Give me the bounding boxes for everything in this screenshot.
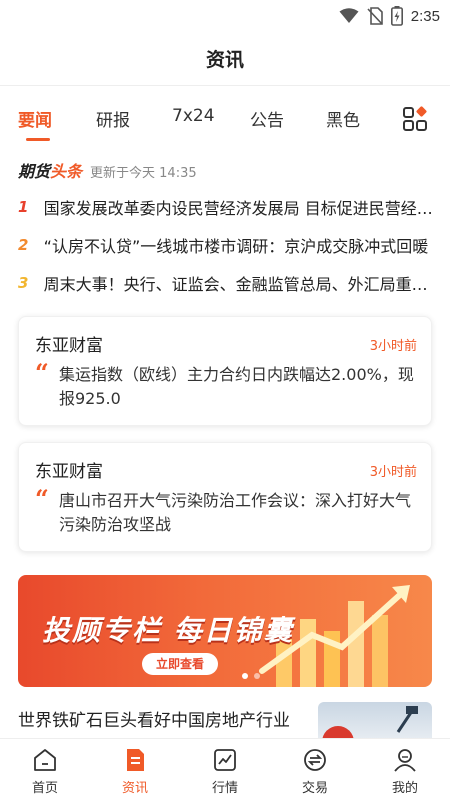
nav-label: 交易 xyxy=(301,781,328,796)
category-tabs: 要闻 研报 7x24 公告 黑色 xyxy=(0,100,450,142)
nav-label: 我的 xyxy=(391,781,418,796)
card-source: 东亚财富 xyxy=(35,336,103,356)
updated-time: 更新于今天 14:35 xyxy=(90,166,197,181)
tab-ferrous[interactable]: 黑色 xyxy=(326,106,360,131)
tab-research[interactable]: 研报 xyxy=(96,106,130,131)
headline-item-1[interactable]: 1 国家发展改革委内设民营经济发展局 目标促进民营经济发展壮大 xyxy=(18,193,434,221)
headline-item-3[interactable]: 3 周末大事！央行、证监会、金融监管总局、外汇局重磅发声 xyxy=(18,269,434,297)
card-text: 集运指数（欧线）主力合约日内跌幅达2.00%，现报925.0 xyxy=(59,365,414,408)
headline-rank: 3 xyxy=(18,274,29,292)
tab-announcements[interactable]: 公告 xyxy=(250,106,284,131)
pager-dot xyxy=(254,673,260,679)
futures-headline-header: 期货 头条 更新于今天 14:35 xyxy=(18,158,197,182)
nav-label: 首页 xyxy=(31,781,58,796)
category-grid-icon[interactable] xyxy=(402,106,428,132)
news-icon xyxy=(127,749,144,771)
news-card[interactable]: 东亚财富 3小时前 “ 集运指数（欧线）主力合约日内跌幅达2.00%，现报925… xyxy=(18,316,432,426)
status-bar: 2:35 xyxy=(0,0,450,32)
headline-brand-part2: 头条 xyxy=(50,162,83,181)
card-source: 东亚财富 xyxy=(35,462,103,482)
market-chart-icon xyxy=(214,749,236,771)
banner-title: 投顾专栏 每日锦囊 xyxy=(42,614,294,647)
tab-7x24[interactable]: 7x24 xyxy=(172,106,215,126)
page-header: 资讯 xyxy=(0,32,450,86)
quote-icon: “ xyxy=(35,358,49,387)
headline-text: “认房不认贷”一线城市楼市调研：京沪成交脉冲式回暖 xyxy=(43,237,429,256)
nav-home[interactable]: 首页 xyxy=(0,739,90,800)
headline-rank: 2 xyxy=(18,236,29,254)
headline-text: 周末大事！央行、证监会、金融监管总局、外汇局重磅发声 xyxy=(43,275,434,294)
nav-trade[interactable]: 交易 xyxy=(270,739,360,800)
wifi-icon xyxy=(339,8,359,23)
nav-market[interactable]: 行情 xyxy=(180,739,270,800)
promo-banner[interactable]: 投顾专栏 每日锦囊 立即查看 xyxy=(18,575,432,687)
nav-profile[interactable]: 我的 xyxy=(360,739,450,800)
battery-charging-icon xyxy=(390,6,403,26)
headline-text: 国家发展改革委内设民营经济发展局 目标促进民营经济发展壮大 xyxy=(43,199,434,218)
profile-icon xyxy=(394,749,416,772)
active-tab-indicator xyxy=(26,138,50,141)
tab-headlines[interactable]: 要闻 xyxy=(18,106,52,131)
headline-brand-part1: 期货 xyxy=(18,162,51,181)
no-sim-icon xyxy=(367,7,383,25)
page-title: 资讯 xyxy=(205,49,244,71)
banner-pager xyxy=(242,673,260,679)
article-thumbnail[interactable] xyxy=(318,702,432,742)
card-time: 3小时前 xyxy=(369,465,417,480)
quote-icon: “ xyxy=(35,484,49,513)
bottom-nav: 首页 资讯 行情 交易 我的 xyxy=(0,738,450,800)
nav-label: 行情 xyxy=(211,781,238,796)
banner-view-button[interactable]: 立即查看 xyxy=(142,653,219,675)
trade-exchange-icon xyxy=(304,749,326,771)
card-time: 3小时前 xyxy=(369,339,417,354)
article-thumbnail-image xyxy=(322,706,418,742)
news-card[interactable]: 东亚财富 3小时前 “ 唐山市召开大气污染防治工作会议：深入打好大气污染防治攻坚… xyxy=(18,442,432,552)
article-title[interactable]: 世界铁矿石巨头看好中国房地产行业 xyxy=(18,706,290,731)
nav-news[interactable]: 资讯 xyxy=(90,739,180,800)
status-icons: 2:35 xyxy=(339,6,440,26)
nav-label: 资讯 xyxy=(121,781,148,796)
card-text: 唐山市召开大气污染防治工作会议：深入打好大气污染防治攻坚战 xyxy=(59,491,412,534)
home-icon xyxy=(34,749,56,771)
headline-item-2[interactable]: 2 “认房不认贷”一线城市楼市调研：京沪成交脉冲式回暖 xyxy=(18,231,434,259)
pager-dot-active xyxy=(242,673,248,679)
headline-rank: 1 xyxy=(18,198,29,216)
status-time: 2:35 xyxy=(410,7,440,25)
